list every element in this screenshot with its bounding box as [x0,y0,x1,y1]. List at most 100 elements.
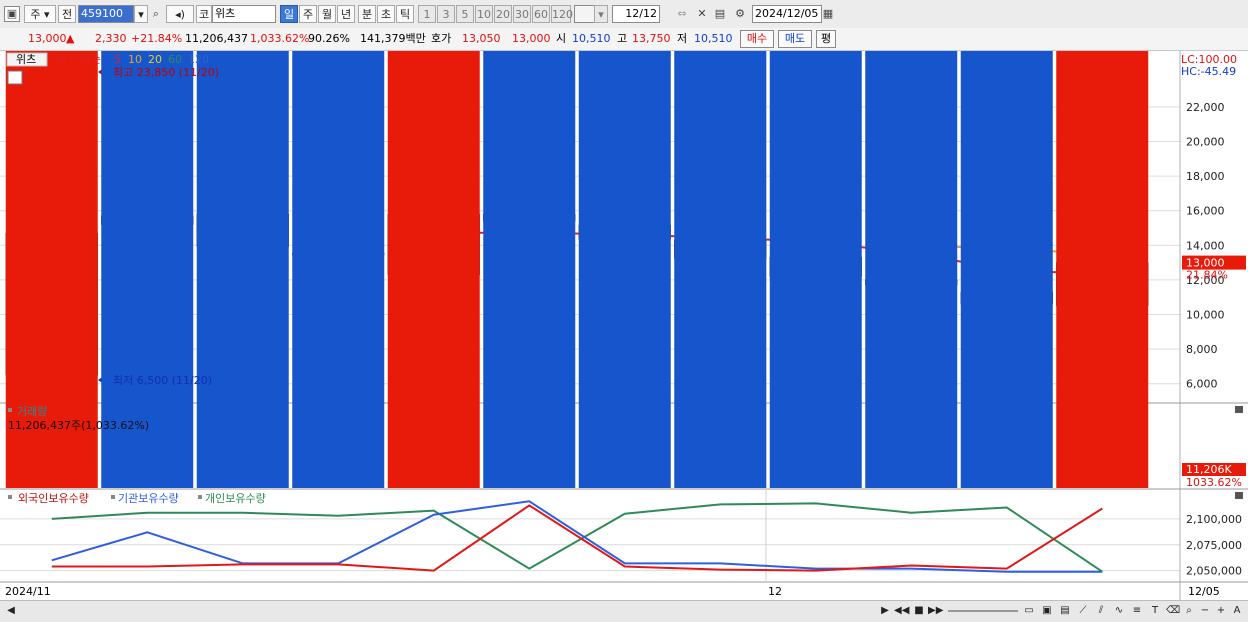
sell-button[interactable]: 매도 [778,30,812,48]
search-icon[interactable]: ⌕ [148,6,164,22]
chart-window-icon[interactable]: ▣ [4,6,20,22]
tab-tick[interactable]: 틱 [396,5,414,23]
sound-button[interactable]: ◂) [166,5,194,23]
custom-interval-dropdown[interactable]: ▾ [594,5,608,23]
legend-square-icon [198,495,202,499]
up-arrow-icon: ▲ [66,32,75,45]
eraser-icon[interactable]: ⌫ [1166,603,1180,618]
trade-amount: 141,379백만 [360,32,426,45]
volume-last-label: 11,206K [1186,463,1232,476]
ma-legend-5[interactable]: 5 [114,53,121,66]
ma-legend-20[interactable]: 20 [148,53,162,66]
tab-week[interactable]: 주 [299,5,317,23]
ma-legend-title[interactable]: 종가 단순 [57,53,101,66]
trendline-icon[interactable]: ⟋ [1076,603,1090,618]
tab-year[interactable]: 년 [337,5,355,23]
magnifier-icon[interactable]: ⌕ [1182,603,1196,618]
zoom-tool-icon[interactable]: ⇔ [674,6,690,22]
stock-code-input[interactable]: 459100 [78,5,134,23]
data-count-total: /12 [639,7,657,20]
auto-scale-icon[interactable]: A [1230,603,1244,618]
price-tick-label: 18,000 [1186,170,1225,183]
channel-icon[interactable]: ⫽ [1094,603,1108,618]
layout-icon[interactable]: ▤ [1058,603,1072,618]
gear-icon[interactable]: ⚙ [732,6,748,22]
legend-institution[interactable]: 기관보유수량 [118,492,179,505]
interval-1[interactable]: 1 [418,5,436,23]
legend-square-icon [111,495,115,499]
zoom-slider[interactable] [948,610,1018,612]
volume-bar [960,51,1053,488]
table-view-icon[interactable] [7,70,23,85]
quote-bar: 13,000 ▲ 2,330 +21.84% 11,206,437 1,033.… [0,28,1248,51]
price-tick-label: 22,000 [1186,101,1225,114]
market-label: 코 [196,5,212,23]
zoom-in-icon[interactable]: + [1214,603,1228,618]
low-price: 10,510 [694,32,733,45]
legend-individual[interactable]: 개인보유수량 [205,492,266,505]
draw-tool-icon[interactable]: ▭ [1022,603,1036,618]
price-change-pct: +21.84% [131,32,183,45]
price-change: 2,330 [95,32,127,45]
last-page-icon[interactable]: ▶▶ [928,603,943,618]
window-icon[interactable]: ▣ [1040,603,1054,618]
volume-summary: 11,206,437주(1,033.62%) [8,419,149,432]
scroll-left-icon[interactable]: ◀ [4,603,18,618]
calendar-icon[interactable]: ▦ [820,6,836,22]
text-tool-icon[interactable]: T [1148,603,1162,618]
zoom-out-icon[interactable]: − [1198,603,1212,618]
bid-price: 13,000 [512,32,551,45]
interval-3[interactable]: 3 [437,5,455,23]
chevron-down-icon: ▾ [44,8,50,21]
save-icon[interactable]: ▤ [712,6,728,22]
tab-day[interactable]: 일 [280,5,298,23]
code-dropdown-button[interactable]: ▾ [134,5,148,23]
stock-name-field[interactable]: 위츠 [212,5,276,23]
buy-button[interactable]: 매수 [740,30,774,48]
data-count-field[interactable]: 12/12 [612,5,660,23]
x-axis-start-label: 2024/11 [5,585,51,598]
tab-second[interactable]: 초 [377,5,395,23]
price-tick-label: 16,000 [1186,205,1225,218]
wave-icon[interactable]: ∿ [1112,603,1126,618]
tab-minute[interactable]: 분 [358,5,376,23]
ma-legend-10[interactable]: 10 [128,53,142,66]
holding-tick-label: 2,050,000 [1186,565,1242,578]
interval-20[interactable]: 20 [494,5,512,23]
stock-chart: 6,0008,00010,00012,00014,00016,00018,000… [0,51,1248,600]
interval-5[interactable]: 5 [456,5,474,23]
max-price-label: 최고 23,850 (11/20) [113,66,219,79]
ma-legend-60[interactable]: 60 [168,53,182,66]
interval-10[interactable]: 10 [475,5,493,23]
quote-label: 호가 [431,32,452,45]
interval-30[interactable]: 30 [513,5,531,23]
volume-title[interactable]: 거래량 [17,405,47,418]
tab-month[interactable]: 월 [318,5,336,23]
low-label: 저 [677,32,688,45]
volume: 11,206,437 [185,32,248,45]
interval-120[interactable]: 120 [551,5,573,23]
legend-foreign[interactable]: 외국인보유수량 [18,492,89,505]
period-select[interactable]: 주 ▾ [24,5,56,23]
legend-square-icon [8,495,12,499]
interval-60[interactable]: 60 [532,5,550,23]
date-input[interactable]: 2024/12/05 [752,5,822,23]
crosshair-icon[interactable]: ✕ [694,6,710,22]
evaluate-button[interactable]: 평 [816,30,836,48]
holding-tick-label: 2,100,000 [1186,513,1242,526]
first-page-icon[interactable]: ◀◀ [894,603,909,618]
volume-pane: 50,000K100,000K11,206K1033.62% [5,51,1246,489]
volume-last-pct-label: 1033.62% [1186,476,1242,489]
volume-pct: 1,033.62% [250,32,310,45]
ma-legend-120[interactable]: 120 [188,53,209,66]
prev-button[interactable]: 전 [58,5,76,23]
price-tick-label: 8,000 [1186,343,1218,356]
open-price: 10,510 [572,32,611,45]
scroll-right-icon[interactable]: ▶ [878,603,892,618]
hc-label: HC:-45.49 [1181,65,1236,78]
holding-tick-label: 2,075,000 [1186,539,1242,552]
stop-icon[interactable]: ■ [912,603,926,618]
fibo-icon[interactable]: ≡ [1130,603,1144,618]
high-price: 13,750 [632,32,671,45]
volume-bar [865,51,958,488]
